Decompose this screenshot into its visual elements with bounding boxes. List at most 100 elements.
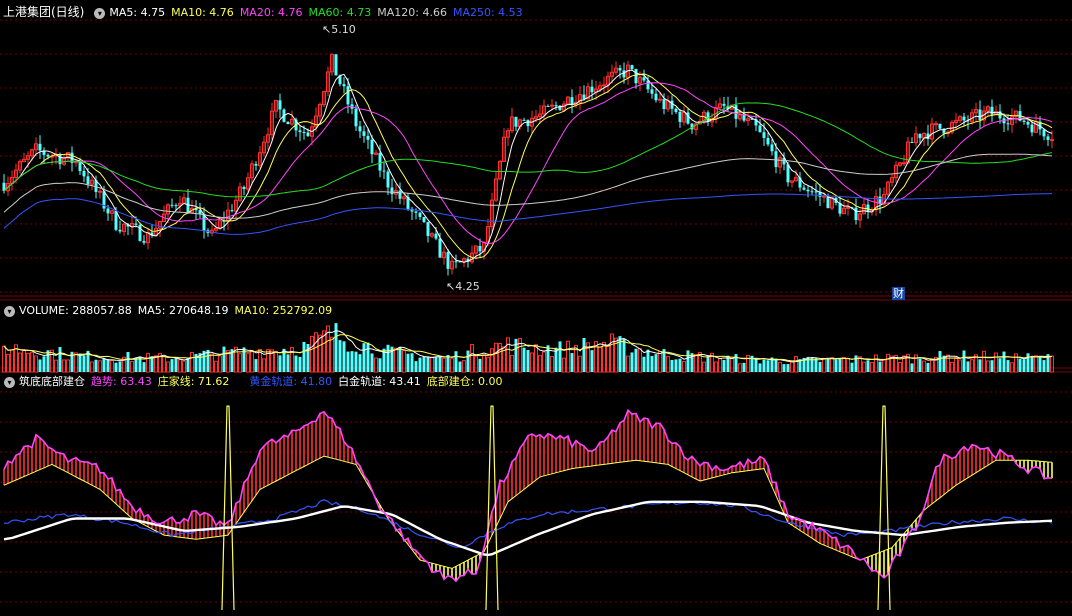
- volume-bar: [378, 358, 382, 372]
- volume-bar: [998, 358, 1002, 372]
- volume-bar: [570, 353, 574, 372]
- candle-body: [634, 68, 638, 84]
- volume-bar: [182, 360, 186, 373]
- candle-body: [106, 208, 110, 214]
- volume-bar: [654, 354, 658, 372]
- volume-bar: [66, 359, 70, 373]
- candle-body: [302, 131, 306, 133]
- volume-bar: [546, 345, 550, 372]
- bottom-spike: [877, 405, 891, 611]
- volume-bar: [54, 359, 58, 373]
- candle-body: [334, 54, 338, 76]
- candle-body: [286, 121, 290, 125]
- candle-body: [366, 135, 370, 140]
- volume-bar: [222, 346, 226, 372]
- volume-bar: [658, 351, 662, 373]
- candle-body: [678, 111, 682, 122]
- volume-bar: [366, 342, 370, 372]
- volume-bar: [1038, 356, 1042, 372]
- candle-body: [766, 137, 770, 145]
- volume-bar: [622, 338, 626, 372]
- volume-bar: [46, 350, 50, 372]
- volume-bar: [718, 358, 722, 373]
- volume-bar: [730, 356, 734, 373]
- volume-bar: [262, 358, 266, 373]
- volume-bar: [410, 353, 414, 372]
- volume-bar: [858, 356, 862, 373]
- candle-body: [802, 187, 806, 190]
- volume-bar: [102, 358, 106, 372]
- volume-bar: [34, 355, 38, 373]
- candle-body: [434, 233, 438, 239]
- volume-bar: [302, 341, 306, 372]
- candle-body: [82, 171, 86, 177]
- volume-bar: [414, 361, 418, 372]
- volume-bar: [474, 355, 478, 373]
- volume-bar: [958, 359, 962, 373]
- volume-bar: [962, 350, 966, 372]
- volume-bar: [386, 344, 390, 372]
- candle-body: [1006, 123, 1010, 125]
- volume-bar: [26, 352, 30, 373]
- indicator-series: [3, 405, 1053, 611]
- volume-bar: [466, 350, 470, 372]
- candle-body: [1050, 139, 1054, 142]
- volume-bar: [10, 349, 14, 373]
- volume-bar: [870, 362, 874, 373]
- kline-chart[interactable]: [0, 0, 1072, 616]
- low-price-label: 4.25: [455, 280, 480, 293]
- trend-line: [3, 408, 1053, 583]
- volume-bar: [754, 358, 758, 372]
- volume-bar: [94, 359, 98, 372]
- candle-body: [758, 125, 762, 133]
- candle-body: [642, 77, 646, 81]
- candle-body: [814, 191, 818, 193]
- volume-bar: [794, 356, 798, 373]
- volume-bar: [166, 361, 170, 373]
- volume-bar: [1002, 351, 1006, 372]
- volume-bar: [626, 355, 630, 373]
- volume-bar: [834, 359, 838, 372]
- volume-bar: [678, 358, 682, 372]
- volume-bar: [542, 351, 546, 373]
- volume-bar: [922, 360, 926, 373]
- candle-body: [582, 94, 586, 99]
- candle-body: [386, 171, 390, 188]
- finance-marker[interactable]: 财: [892, 287, 905, 300]
- volume-bar: [646, 349, 650, 372]
- candle-body: [1042, 129, 1046, 137]
- volume-bar: [670, 359, 674, 372]
- candle-body: [242, 187, 246, 190]
- volume-bar: [490, 348, 494, 373]
- candle-body: [426, 221, 430, 237]
- volume-bar: [318, 334, 322, 373]
- candle-body: [602, 84, 606, 87]
- volume-bar: [22, 350, 26, 373]
- volume-bar: [786, 364, 790, 372]
- candle-body: [454, 261, 458, 263]
- volume-bar: [538, 355, 542, 373]
- volume-bar: [830, 357, 834, 373]
- volume-bar: [590, 350, 594, 372]
- candle-body: [382, 170, 386, 172]
- volume-bar: [58, 347, 62, 372]
- candle-body: [230, 210, 234, 212]
- volume-bar: [862, 361, 866, 373]
- candle-body: [118, 229, 122, 232]
- high-price-annotation: ↖5.10: [322, 23, 356, 36]
- volume-bar: [838, 358, 842, 372]
- candle-body: [822, 195, 826, 198]
- volume-bar: [314, 332, 318, 373]
- candle-body: [170, 204, 174, 206]
- candle-body: [1022, 120, 1026, 122]
- volume-bar: [638, 348, 642, 373]
- volume-bar: [562, 357, 566, 373]
- platinum-line: [3, 500, 1053, 557]
- volume-bar: [174, 358, 178, 372]
- volume-bar: [134, 357, 138, 372]
- volume-bar: [566, 340, 570, 373]
- volume-bar: [706, 356, 710, 372]
- volume-bar: [42, 356, 46, 372]
- volume-bar: [1030, 356, 1034, 372]
- volume-bar: [362, 343, 366, 372]
